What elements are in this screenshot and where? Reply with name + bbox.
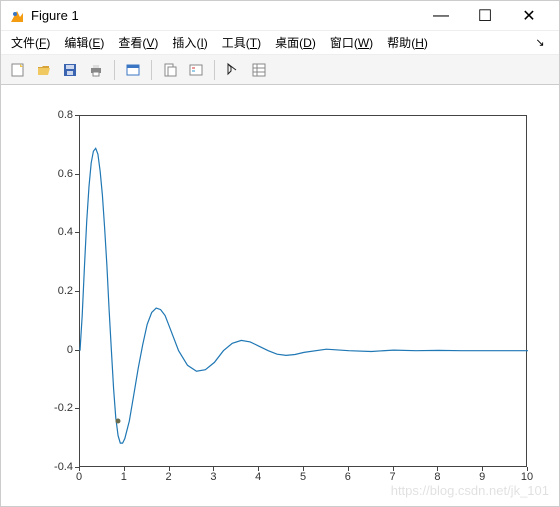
- maximize-button[interactable]: ☐: [463, 2, 507, 30]
- matlab-figure-icon: [9, 8, 25, 24]
- x-tick-label: 8: [434, 471, 440, 483]
- x-tick-mark: [79, 467, 80, 471]
- y-tick-label: -0.2: [33, 402, 73, 414]
- menu-window[interactable]: 窗口(W): [330, 34, 373, 51]
- toolbar-separator: [114, 60, 115, 80]
- y-tick-label: 0.8: [33, 109, 73, 121]
- x-tick-label: 5: [300, 471, 306, 483]
- figure-canvas[interactable]: -0.4 -0.2 0 0.2 0.4 0.6 0.8 0 1 2 3 4 5 6 7 8 9 10 https…: [1, 87, 559, 504]
- menu-file[interactable]: 文件(F): [11, 34, 50, 51]
- x-tick-label: 0: [76, 471, 82, 483]
- x-tick-mark: [303, 467, 304, 471]
- y-tick-mark: [75, 174, 79, 175]
- toolbar: [1, 55, 559, 85]
- undock-icon: ↘: [535, 36, 544, 49]
- y-tick-label: 0.4: [33, 226, 73, 238]
- x-tick-mark: [437, 467, 438, 471]
- y-tick-label: -0.4: [33, 461, 73, 473]
- insert-legend-button[interactable]: [185, 59, 207, 81]
- open-button[interactable]: [33, 59, 55, 81]
- x-tick-label: 3: [210, 471, 216, 483]
- save-button[interactable]: [59, 59, 81, 81]
- menu-tools[interactable]: 工具(T): [222, 34, 261, 51]
- x-tick-mark: [348, 467, 349, 471]
- y-tick-mark: [75, 408, 79, 409]
- window-controls: — ☐ ✕: [419, 2, 551, 30]
- x-tick-label: 10: [521, 471, 533, 483]
- x-tick-label: 4: [255, 471, 261, 483]
- screenshot-button[interactable]: [122, 59, 144, 81]
- x-tick-mark: [258, 467, 259, 471]
- x-tick-label: 7: [390, 471, 396, 483]
- x-tick-mark: [169, 467, 170, 471]
- x-tick-mark: [213, 467, 214, 471]
- print-button[interactable]: [85, 59, 107, 81]
- line-plot: [80, 116, 528, 468]
- edit-plot-button[interactable]: [222, 59, 244, 81]
- property-editor-button[interactable]: [248, 59, 270, 81]
- y-tick-label: 0.6: [33, 168, 73, 180]
- x-tick-mark: [482, 467, 483, 471]
- y-tick-mark: [75, 350, 79, 351]
- y-tick-label: 0: [33, 344, 73, 356]
- axes[interactable]: [79, 115, 527, 467]
- x-tick-label: 6: [345, 471, 351, 483]
- close-icon: ✕: [522, 6, 535, 26]
- menu-view[interactable]: 查看(V): [118, 34, 158, 51]
- x-tick-mark: [124, 467, 125, 471]
- y-tick-mark: [75, 291, 79, 292]
- close-button[interactable]: ✕: [507, 2, 551, 30]
- undock-button[interactable]: ↘: [531, 36, 549, 49]
- x-tick-label: 1: [121, 471, 127, 483]
- toolbar-separator: [214, 60, 215, 80]
- x-tick-label: 2: [166, 471, 172, 483]
- toolbar-separator: [151, 60, 152, 80]
- menu-edit[interactable]: 编辑(E): [64, 34, 104, 51]
- new-figure-button[interactable]: [7, 59, 29, 81]
- x-tick-mark: [527, 467, 528, 471]
- maximize-icon: ☐: [478, 6, 492, 26]
- minimize-button[interactable]: —: [419, 2, 463, 30]
- watermark-text: https://blog.csdn.net/jk_101: [391, 483, 549, 498]
- y-tick-mark: [75, 232, 79, 233]
- y-tick-mark: [75, 115, 79, 116]
- menu-bar: 文件(F) 编辑(E) 查看(V) 插入(I) 工具(T) 桌面(D) 窗口(W…: [1, 31, 559, 55]
- window-title: Figure 1: [31, 8, 419, 23]
- menu-insert[interactable]: 插入(I): [172, 34, 207, 51]
- data-marker[interactable]: [116, 419, 121, 424]
- y-tick-label: 0.2: [33, 285, 73, 297]
- x-tick-mark: [393, 467, 394, 471]
- x-tick-label: 9: [479, 471, 485, 483]
- menu-help[interactable]: 帮助(H): [387, 34, 428, 51]
- menu-desktop[interactable]: 桌面(D): [275, 34, 316, 51]
- link-axes-button[interactable]: [159, 59, 181, 81]
- minimize-icon: —: [433, 7, 449, 25]
- title-bar: Figure 1 — ☐ ✕: [1, 1, 559, 31]
